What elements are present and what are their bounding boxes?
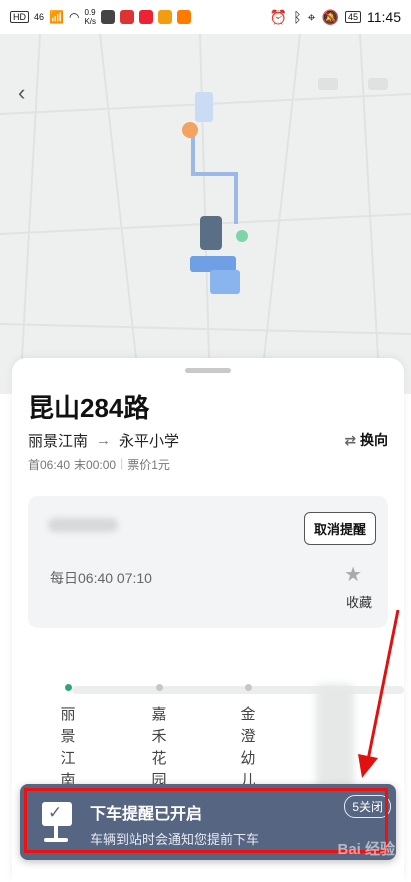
- status-left: HD 46 📶 ◠ 0.9 K/s: [10, 8, 192, 26]
- fare: 票价1元: [127, 458, 170, 472]
- app-icon: [139, 10, 154, 24]
- clock: 11:45: [367, 9, 401, 25]
- signal-label: 46: [34, 12, 45, 22]
- divider: |: [120, 456, 124, 470]
- stop-item[interactable]: 嘉禾花园: [149, 704, 169, 792]
- swap-label: 换向: [360, 432, 388, 448]
- app-icon: [158, 10, 173, 24]
- speed-value: 0.9: [84, 8, 96, 17]
- arrival-times: 每日06:40 07:10: [50, 570, 152, 586]
- status-right: ⏰ ᛒ ⌖ 🔕 45 11:45: [270, 9, 401, 26]
- bluetooth-icon: ᛒ: [293, 9, 302, 25]
- direction-arrow-icon: →: [96, 432, 112, 449]
- reminder-card: 取消提醒 每日06:40 07:10 ★ 收藏: [28, 496, 388, 628]
- star-icon[interactable]: ★: [344, 562, 362, 587]
- app-icon: [101, 10, 116, 24]
- blurred-stop-name: [48, 518, 118, 532]
- bus-marker: [200, 216, 222, 250]
- back-arrow-icon[interactable]: ‹: [18, 80, 25, 106]
- swap-icon: ⇄: [344, 432, 360, 448]
- app-icon: [177, 10, 192, 24]
- location-icon: ⌖: [307, 8, 316, 25]
- watermark: Bai 经验: [337, 841, 395, 858]
- favorite-label[interactable]: 收藏: [346, 592, 372, 611]
- alarm-icon: ⏰: [269, 8, 288, 25]
- drag-handle[interactable]: [185, 368, 231, 373]
- last-bus: 末00:00: [74, 458, 117, 472]
- annotation-highlight: [24, 788, 388, 853]
- swap-direction-button[interactable]: ⇄ 换向: [344, 430, 388, 450]
- speed-readout: 0.9 K/s: [84, 8, 96, 26]
- bus-stop-cluster: [210, 270, 240, 294]
- hd-icon: HD: [10, 11, 29, 23]
- stop-track: [72, 686, 404, 694]
- status-bar: HD 46 📶 ◠ 0.9 K/s ⏰ ᛒ ⌖ 🔕 45 11:45: [0, 0, 411, 34]
- schedule-info: 首06:40 末00:00 | 票价1元: [28, 456, 170, 473]
- first-bus: 首06:40: [28, 458, 71, 472]
- water-area: [195, 92, 213, 122]
- signal-icon: 📶: [49, 10, 64, 24]
- speed-unit: K/s: [84, 17, 97, 26]
- route-direction: 丽景江南 → 永平小学: [28, 430, 179, 451]
- stop-dot: [156, 684, 163, 691]
- stop-dot: [65, 684, 72, 691]
- bus-stop-cluster: [190, 256, 236, 272]
- route-line: [191, 130, 238, 224]
- map-view[interactable]: ‹: [0, 34, 411, 394]
- stop-item[interactable]: 丽景江南: [58, 704, 78, 792]
- destination-stop: 永平小学: [119, 433, 180, 450]
- mute-icon: 🔕: [321, 8, 339, 25]
- blurred-stop: [316, 684, 354, 788]
- map-graphics: [0, 34, 411, 394]
- start-marker: [236, 230, 248, 242]
- cancel-reminder-button[interactable]: 取消提醒: [303, 512, 376, 545]
- line-title: 昆山284路: [28, 393, 150, 423]
- stop-item[interactable]: 金澄幼儿: [238, 704, 258, 792]
- wifi-icon: ◠: [68, 10, 80, 24]
- stop-dot: [245, 684, 252, 691]
- origin-stop: 丽景江南: [28, 433, 89, 450]
- map-control-button[interactable]: [368, 78, 388, 90]
- map-control-button[interactable]: [318, 78, 338, 90]
- app-icon: [120, 10, 135, 24]
- battery-icon: 45: [344, 11, 361, 23]
- end-marker: [182, 122, 198, 138]
